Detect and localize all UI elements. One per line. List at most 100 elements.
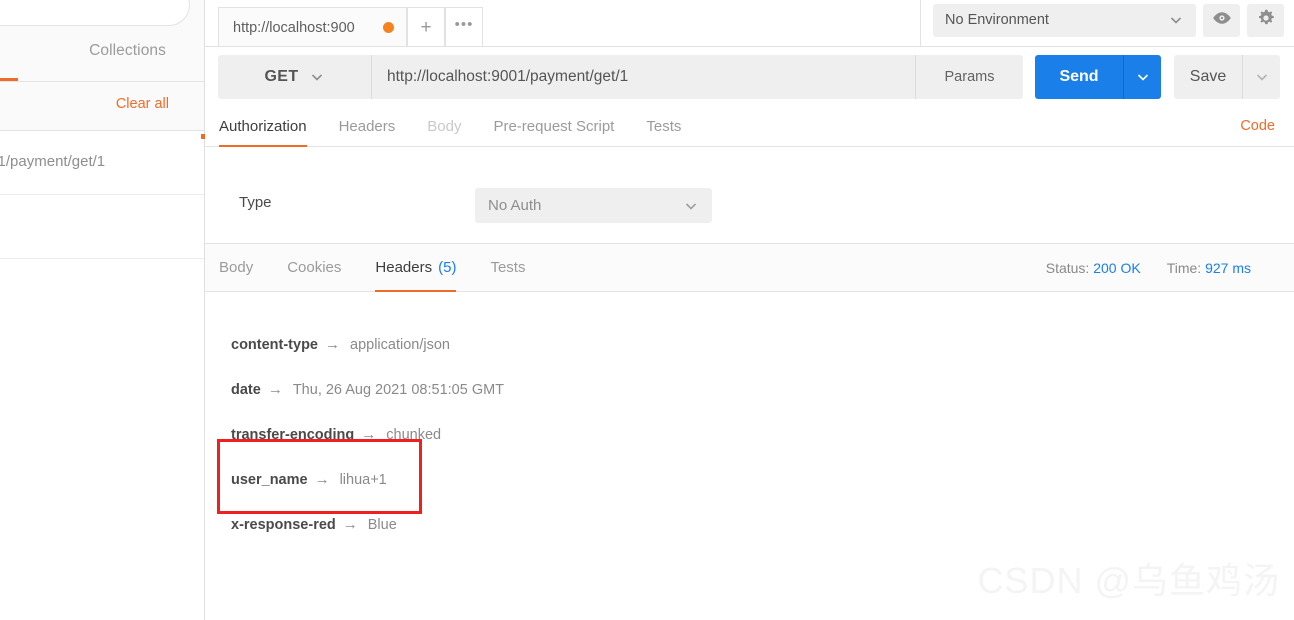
chevron-down-icon (1135, 69, 1151, 85)
header-value: application/json (350, 336, 450, 353)
table-row: transfer-encoding → chunked (225, 412, 1294, 457)
chevron-down-icon (1254, 69, 1270, 85)
top-tab-bar: http://localhost:900 + ••• No Environmen… (205, 0, 1294, 47)
status-label: Status: (1045, 259, 1090, 276)
response-tab-headers-label: Headers (375, 259, 433, 276)
header-value: Blue (367, 516, 397, 533)
response-tab-headers[interactable]: Headers (5) (375, 244, 457, 293)
arrow-icon: → (325, 336, 340, 353)
response-tabs: Body Cookies Headers (5) Tests Status: 2… (205, 244, 1294, 293)
header-key: x-response-red (231, 516, 336, 533)
chevron-down-icon (1168, 12, 1184, 28)
status-value: 200 OK (1093, 259, 1141, 276)
header-key: content-type (231, 336, 318, 353)
response-tab-cookies-label: Cookies (287, 259, 342, 276)
header-value: Thu, 26 Aug 2021 08:51:05 GMT (292, 381, 505, 398)
save-label: Save (1189, 67, 1227, 85)
tab-tests-label: Tests (646, 117, 682, 135)
new-tab-button[interactable]: + (407, 7, 445, 47)
time-value: 927 ms (1205, 259, 1251, 276)
chevron-down-icon (683, 198, 699, 214)
sidebar-clear-row: Clear all (0, 82, 204, 131)
params-button[interactable]: Params (915, 54, 1023, 99)
arrow-icon: → (314, 471, 330, 488)
header-key: user_name (231, 471, 308, 488)
environment-quick-look-button[interactable] (1203, 3, 1240, 37)
request-tab-title: http://localhost:900 (233, 19, 355, 36)
time-badge: Time: 927 ms (1167, 260, 1251, 276)
method-selector[interactable]: GET (218, 54, 371, 99)
auth-type-label: Type (239, 194, 272, 211)
auth-type-select[interactable]: No Auth (475, 188, 712, 223)
auth-type-value: No Auth (488, 197, 542, 214)
time-label: Time: (1166, 259, 1202, 276)
header-value: chunked (386, 426, 442, 443)
environment-selector[interactable]: No Environment (933, 3, 1196, 37)
tab-headers[interactable]: Headers (339, 106, 396, 147)
method-label: GET (264, 67, 299, 85)
header-value: lihua+1 (339, 471, 387, 488)
sidebar-tabs: Collections (0, 30, 204, 82)
tab-options-button[interactable]: ••• (445, 7, 483, 47)
send-label: Send (1059, 67, 1099, 85)
environment-bar: No Environment (920, 0, 1294, 47)
header-key: date (231, 381, 261, 398)
response-tab-tests-label: Tests (490, 259, 526, 276)
response-headers-count: (5) (438, 259, 457, 276)
tab-tests[interactable]: Tests (646, 106, 681, 147)
list-item[interactable] (0, 195, 204, 259)
history-item-label: host:9001/payment/get/1 (0, 153, 106, 170)
header-key: transfer-encoding (231, 426, 355, 443)
send-options-button[interactable] (1123, 54, 1161, 99)
arrow-icon: → (361, 426, 377, 443)
chevron-down-icon (309, 69, 325, 85)
authorization-pane: Type No Auth (205, 147, 1294, 244)
arrow-icon: → (342, 516, 358, 533)
tab-pre-request-script-label: Pre-request Script (493, 117, 615, 135)
postman-window: Collections Clear all host:9001/payment/… (0, 0, 1294, 620)
environment-label: No Environment (945, 12, 1049, 28)
save-button[interactable]: Save (1174, 54, 1242, 99)
gear-icon (1256, 8, 1276, 33)
ellipsis-icon: ••• (454, 16, 474, 33)
table-row: date → Thu, 26 Aug 2021 08:51:05 GMT (225, 367, 1294, 412)
params-label: Params (944, 68, 995, 85)
eye-icon (1212, 11, 1232, 30)
response-tab-body[interactable]: Body (219, 244, 253, 292)
response-tab-tests[interactable]: Tests (490, 244, 525, 292)
sidebar-tab-collections[interactable]: Collections (89, 42, 166, 60)
sidebar: Collections Clear all host:9001/payment/… (0, 0, 207, 620)
request-tabs: Authorization Headers Body Pre-request S… (205, 106, 1294, 148)
response-tab-body-label: Body (219, 259, 254, 276)
send-button-group: Send (1035, 54, 1161, 99)
sidebar-history-list: host:9001/payment/get/1 (0, 131, 207, 259)
plus-icon: + (420, 17, 432, 38)
settings-button[interactable] (1247, 3, 1284, 37)
tab-body-label: Body (427, 117, 462, 135)
url-value: http://localhost:9001/payment/get/1 (387, 67, 629, 85)
main-panel: http://localhost:900 + ••• No Environmen… (205, 0, 1294, 620)
top-tab-strip: http://localhost:900 + ••• (205, 0, 483, 47)
watermark: CSDN @乌鱼鸡汤 (977, 560, 1280, 601)
sidebar-search-row (0, 0, 204, 30)
tab-headers-label: Headers (338, 117, 396, 135)
tab-authorization[interactable]: Authorization (219, 106, 307, 148)
url-input[interactable]: http://localhost:9001/payment/get/1 (371, 54, 915, 99)
request-tab[interactable]: http://localhost:900 (218, 7, 407, 47)
request-url-bar: GET http://localhost:9001/payment/get/1 … (205, 47, 1294, 106)
save-options-button[interactable] (1242, 54, 1280, 99)
unsaved-dot-icon (383, 22, 394, 33)
arrow-icon: → (267, 381, 283, 398)
clear-all-button[interactable]: Clear all (116, 96, 169, 112)
send-button[interactable]: Send (1035, 54, 1123, 99)
tab-body[interactable]: Body (427, 106, 461, 147)
code-link[interactable]: Code (1240, 118, 1275, 134)
list-item[interactable]: host:9001/payment/get/1 (0, 131, 207, 195)
tab-pre-request-script[interactable]: Pre-request Script (493, 106, 614, 147)
status-badge: Status: 200 OK (1046, 260, 1141, 276)
table-row: x-response-red → Blue (225, 502, 1294, 547)
response-tab-cookies[interactable]: Cookies (287, 244, 341, 292)
search-input[interactable] (0, 0, 190, 26)
save-button-group: Save (1174, 54, 1280, 99)
table-row: user_name → lihua+1 (225, 457, 1294, 502)
